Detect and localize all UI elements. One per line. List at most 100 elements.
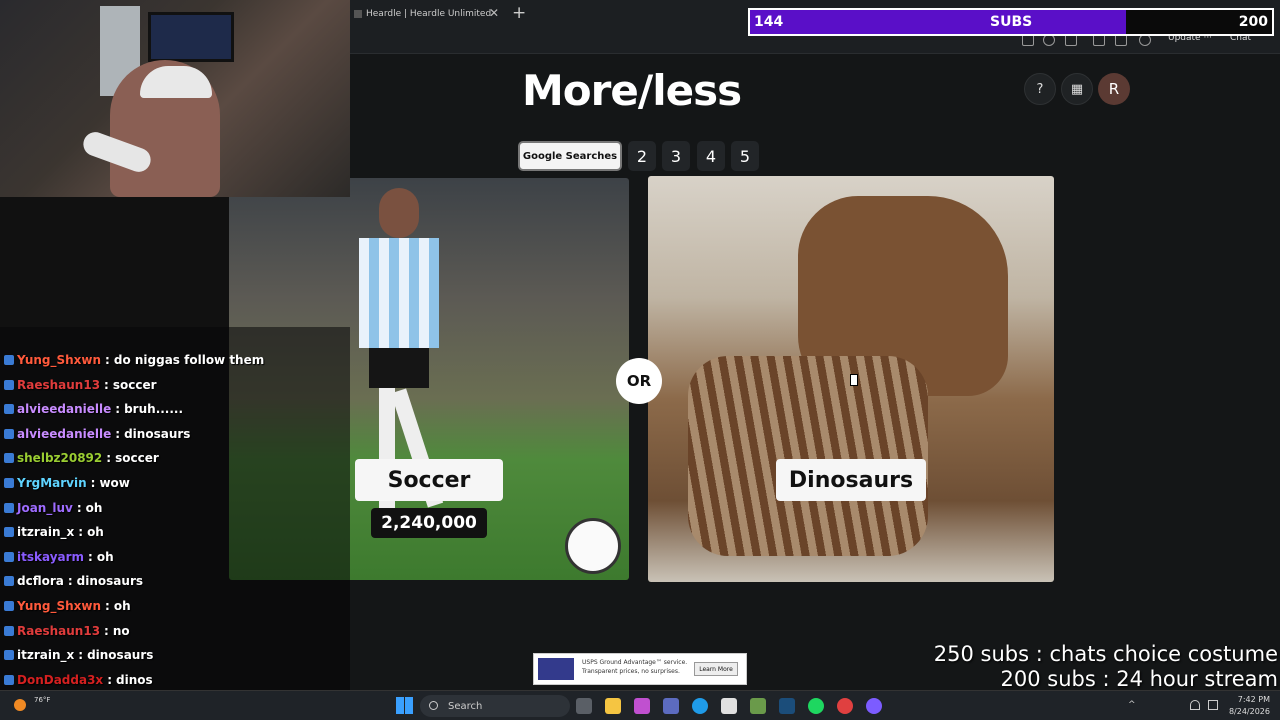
calendar-icon: ▦ (1070, 81, 1084, 97)
chat-separator: : (78, 648, 84, 663)
chat-message: Raeshaun13: no (4, 624, 130, 638)
right-option-card[interactable]: Dinosaurs (648, 176, 1054, 582)
sub-goal-bar: 144 SUBS 200 (748, 8, 1274, 36)
chat-username[interactable]: alvieedanielle (17, 427, 111, 441)
chat-badge-icon (4, 551, 14, 562)
chat-separator: : (104, 623, 109, 638)
chat-badge-icon (4, 355, 14, 365)
calendar-button[interactable]: ▦ (1061, 73, 1093, 105)
tv-screen-image (148, 12, 234, 62)
edge-icon[interactable] (692, 698, 708, 714)
copilot-icon[interactable] (634, 698, 650, 714)
taskbar-search-label: Search (448, 700, 483, 712)
chat-message: shelbz20892: soccer (4, 451, 159, 465)
tab-5[interactable]: 5 (731, 141, 759, 171)
chat-text: dinosaurs (76, 574, 144, 589)
chat-username[interactable]: YrgMarvin (17, 476, 87, 490)
chat-badge-icon (4, 478, 14, 488)
tab-google-searches[interactable]: Google Searches (518, 141, 622, 171)
chat-username[interactable]: shelbz20892 (17, 451, 102, 465)
volume-icon[interactable] (1208, 700, 1218, 710)
chat-message: alvieedanielle: dinosaurs (4, 427, 190, 441)
chat-text: do niggas follow them (113, 353, 265, 367)
chat-message: itzrain_x: dinosaurs (4, 648, 153, 662)
chat-message: DonDadda3x: dinos (4, 673, 153, 687)
ad-subline: Transparent prices, no surprises. (582, 668, 680, 675)
tab-3[interactable]: 3 (662, 141, 690, 171)
chat-badge-icon (4, 650, 14, 661)
chat-username[interactable]: itzrain_x (17, 525, 74, 539)
chat-username[interactable]: itzrain_x (17, 648, 74, 662)
chat-badge-icon (4, 674, 14, 685)
chat-message: itzrain_x: oh (4, 525, 104, 539)
chat-message: Yung_Shxwn: oh (4, 599, 131, 613)
chat-username[interactable]: itskayarm (17, 550, 84, 564)
avatar[interactable]: R (1098, 73, 1130, 105)
chat-text: wow (99, 476, 130, 490)
chat-message: YrgMarvin: wow (4, 476, 130, 490)
stream-chat: Yung_Shxwn: do niggas follow them Raeshaun… (0, 327, 350, 720)
dinosaur-ribs-image (688, 356, 928, 556)
chat-message: dcflora: dinosaurs (4, 574, 143, 588)
tab-close-icon[interactable]: ✕ (489, 6, 499, 20)
chat-separator: : (67, 574, 73, 589)
goal-line-1: 250 subs : chats choice costume (933, 642, 1278, 666)
weather-icon (14, 699, 26, 711)
chevron-up-icon[interactable]: ^ (1128, 700, 1136, 710)
help-button[interactable]: ? (1024, 73, 1056, 105)
chat-username[interactable]: Raeshaun13 (17, 378, 100, 392)
chat-separator: : (115, 426, 121, 441)
teams-icon[interactable] (663, 698, 679, 714)
windows-start-icon[interactable] (396, 697, 413, 714)
chat-message: Joan_luv: oh (4, 501, 102, 515)
chat-text: soccer (115, 451, 159, 466)
ad-learn-more-button[interactable]: Learn More (694, 662, 738, 676)
steam-icon[interactable] (779, 698, 795, 714)
chat-username[interactable]: alvieedanielle (17, 402, 111, 416)
file-explorer-icon[interactable] (605, 698, 621, 714)
chat-username[interactable]: DonDadda3x (17, 673, 103, 687)
or-badge: OR (616, 358, 662, 404)
soccer-ball-image (565, 518, 621, 574)
wifi-icon[interactable] (1190, 700, 1200, 710)
chat-username[interactable]: Yung_Shxwn (17, 599, 101, 613)
minecraft-icon[interactable] (750, 698, 766, 714)
chat-text: dinos (116, 672, 153, 687)
chat-username[interactable]: Joan_luv (17, 501, 73, 515)
chat-username[interactable]: Raeshaun13 (17, 624, 100, 638)
chat-badge-icon (4, 428, 14, 439)
chat-badge-icon (4, 601, 14, 611)
chat-badge-icon (4, 453, 14, 464)
spotify-icon[interactable] (808, 698, 824, 714)
clock-time: 7:42 PM (1237, 695, 1270, 704)
webcam-overlay (0, 0, 350, 197)
store-icon[interactable] (721, 698, 737, 714)
obs-icon[interactable] (837, 698, 853, 714)
chat-message: Raeshaun13: soccer (4, 378, 157, 392)
chat-separator: : (107, 672, 112, 687)
discord-icon[interactable] (866, 698, 882, 714)
left-option-value: 2,240,000 (371, 508, 487, 538)
usps-ad-banner[interactable]: USPS Ground Advantage™ service. Transpar… (533, 653, 747, 685)
taskbar-clock[interactable]: 7:42 PM 8/24/2026 (1229, 694, 1270, 718)
chat-badge-icon (4, 379, 14, 390)
tab-title: Heardle | Heardle Unlimited (366, 9, 492, 19)
chat-separator: : (76, 500, 82, 515)
help-icon: ? (1036, 81, 1044, 97)
page-title: More/less (522, 66, 742, 115)
taskbar-search[interactable]: Search (420, 695, 570, 717)
tab-2[interactable]: 2 (628, 141, 656, 171)
browser-tab[interactable]: Heardle | Heardle Unlimited ✕ (350, 0, 505, 28)
chat-separator: : (106, 451, 112, 466)
task-view-icon[interactable] (576, 698, 592, 714)
chat-text: no (112, 623, 130, 638)
chat-text: bruh...... (124, 402, 184, 417)
tab-4[interactable]: 4 (697, 141, 725, 171)
chat-badge-icon (4, 404, 14, 415)
left-option-label: Soccer (355, 459, 503, 501)
new-tab-button[interactable]: + (512, 3, 526, 23)
right-option-label: Dinosaurs (776, 459, 926, 501)
chat-username[interactable]: dcflora (17, 574, 64, 588)
sub-goal-current: 144 (754, 14, 784, 30)
chat-username[interactable]: Yung_Shxwn (17, 353, 101, 367)
